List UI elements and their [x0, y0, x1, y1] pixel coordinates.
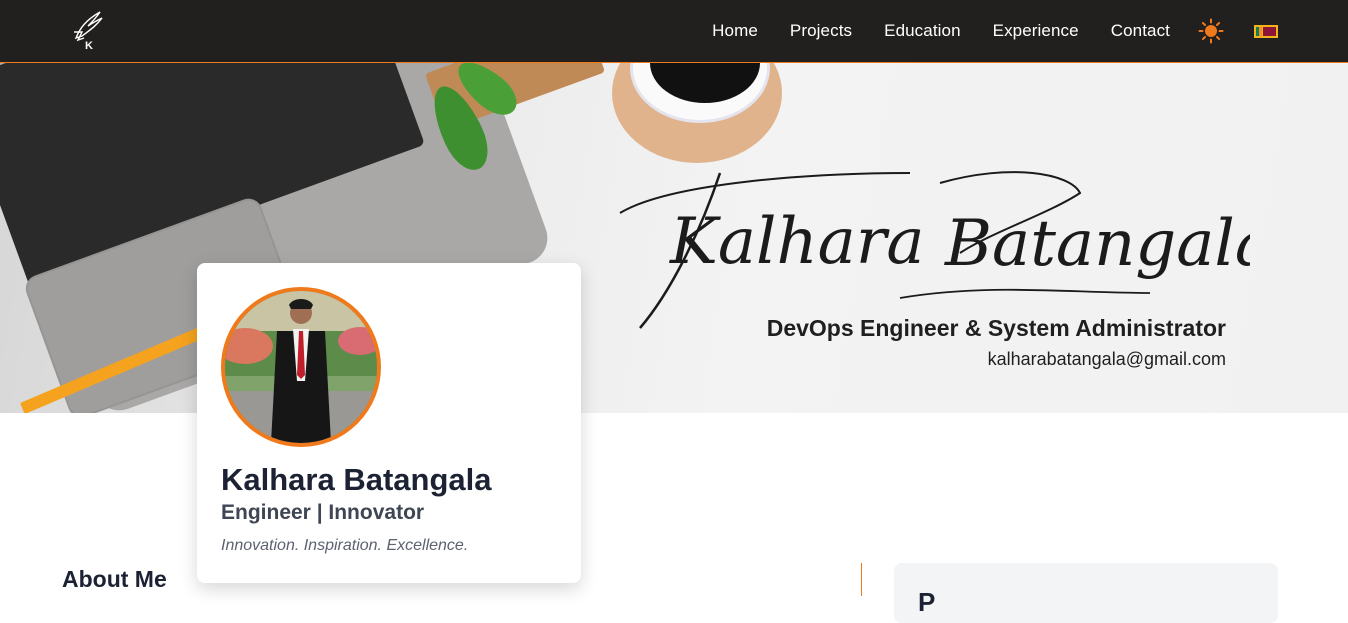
- avatar: [221, 287, 381, 447]
- nav-experience[interactable]: Experience: [993, 21, 1079, 41]
- signature: Kalhara Batangala: [619, 171, 1250, 329]
- signature-first: Kalhara: [669, 205, 925, 279]
- nav-projects[interactable]: Projects: [790, 21, 852, 41]
- profile-tagline: Innovation. Inspiration. Excellence.: [221, 537, 469, 554]
- k-logo-icon[interactable]: K: [70, 8, 106, 52]
- sri-lanka-flag-icon[interactable]: [1254, 24, 1278, 38]
- sun-icon[interactable]: [1198, 18, 1224, 44]
- nav-education[interactable]: Education: [884, 21, 961, 41]
- signature-last: Batangala: [944, 207, 1250, 281]
- hero-role: DevOps Engineer & System Administrator: [766, 315, 1226, 341]
- nav-contact[interactable]: Contact: [1111, 21, 1170, 41]
- profile-title: Engineer | Innovator: [221, 501, 425, 524]
- side-card: P: [894, 563, 1278, 623]
- about-heading: About Me: [62, 566, 167, 592]
- nav-home[interactable]: Home: [712, 21, 758, 41]
- profile-card: Kalhara Batangala Engineer | Innovator I…: [197, 263, 581, 583]
- navbar: K Home Projects Education Experience Con…: [0, 0, 1348, 63]
- profile-name: Kalhara Batangala: [221, 462, 492, 497]
- section-divider: [861, 563, 862, 596]
- hero-email: kalharabatangala@gmail.com: [987, 349, 1226, 369]
- logo-letter: K: [85, 40, 93, 52]
- side-card-heading: P: [918, 587, 936, 617]
- nav-links: Home Projects Education Experience Conta…: [712, 0, 1348, 62]
